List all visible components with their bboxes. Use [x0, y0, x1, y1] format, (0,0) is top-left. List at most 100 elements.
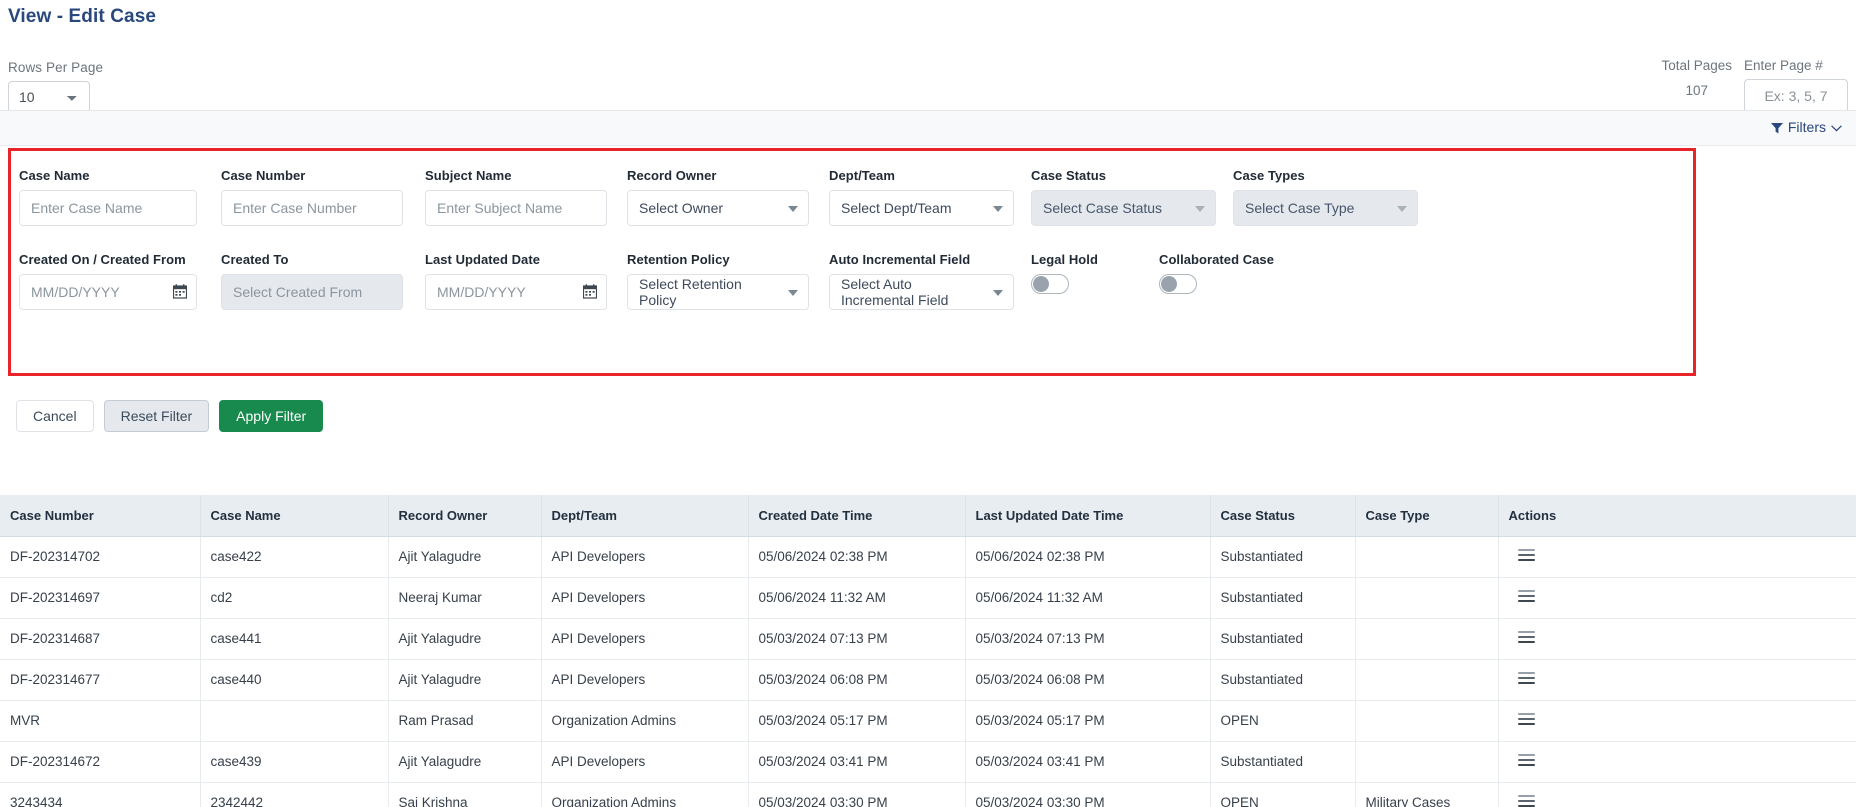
- cell-last-updated: 05/03/2024 03:30 PM: [965, 782, 1211, 807]
- column-header-record-owner[interactable]: Record Owner: [388, 495, 542, 537]
- hamburger-menu-icon[interactable]: [1517, 754, 1535, 766]
- input-last-updated-date[interactable]: [425, 274, 607, 310]
- label-case-name: Case Name: [19, 168, 90, 183]
- label-dept-team: Dept/Team: [829, 168, 895, 183]
- select-auto-incremental-field[interactable]: Select Auto Incremental Field: [829, 274, 1014, 310]
- cell-case-name: 2342442: [200, 782, 389, 807]
- total-pages-label: Total Pages: [1661, 58, 1732, 73]
- cell-dept-team: API Developers: [541, 741, 749, 783]
- rows-per-page-label: Rows Per Page: [8, 60, 104, 75]
- column-header-case-name[interactable]: Case Name: [200, 495, 389, 537]
- select-value-retention-policy: Select Retention Policy: [639, 276, 742, 308]
- cell-created: 05/06/2024 11:32 AM: [748, 577, 966, 619]
- label-last-updated-date: Last Updated Date: [425, 252, 540, 267]
- input-created-from[interactable]: [19, 274, 197, 310]
- datepicker-created-from[interactable]: [19, 274, 197, 310]
- hamburger-menu-icon[interactable]: [1517, 549, 1535, 561]
- cell-case-name: [200, 700, 389, 742]
- cell-actions: [1498, 659, 1856, 701]
- cell-case-status: Substantiated: [1210, 577, 1356, 619]
- cell-last-updated: 05/06/2024 02:38 PM: [965, 536, 1211, 578]
- column-header-case-number[interactable]: Case Number: [0, 495, 201, 537]
- table-row[interactable]: DF-202314687 case441 Ajit Yalagudre API Dev…: [0, 618, 1856, 660]
- table-row[interactable]: DF-202314697 cd2 Neeraj Kumar API Developer…: [0, 577, 1856, 619]
- table-row[interactable]: MVR Ram Prasad Organization Admins 05/03/20…: [0, 700, 1856, 742]
- hamburger-menu-icon[interactable]: [1517, 672, 1535, 684]
- table-row[interactable]: DF-202314677 case440 Ajit Yalagudre API Dev…: [0, 659, 1856, 701]
- hamburger-menu-icon[interactable]: [1517, 631, 1535, 643]
- edit-case-page: View - Edit Case Rows Per Page 102550100…: [0, 0, 1856, 807]
- cell-case-number: MVR: [0, 700, 201, 742]
- filter-field-case-types: Case Types Select Case Type: [1233, 168, 1418, 226]
- label-case-types: Case Types: [1233, 168, 1305, 183]
- filter-field-auto-incremental-field: Auto Incremental Field Select Auto Increm…: [829, 252, 1014, 310]
- input-case-name[interactable]: [19, 190, 197, 226]
- label-created-from: Created On / Created From: [19, 252, 186, 267]
- toggle-knob: [1033, 276, 1049, 292]
- cell-case-type: [1355, 700, 1499, 742]
- cell-created: 05/03/2024 03:30 PM: [748, 782, 966, 807]
- table-header-row: Case Number Case Name Record Owner Dept/Tea…: [0, 495, 1856, 537]
- caret-down-icon: [993, 290, 1003, 296]
- table-row[interactable]: 3243434 2342442 Sai Krishna Organization Ad…: [0, 782, 1856, 807]
- filters-bar: Filters: [0, 110, 1856, 146]
- cell-actions: [1498, 618, 1856, 660]
- column-header-created-date-time[interactable]: Created Date Time: [748, 495, 966, 537]
- cell-record-owner: Sai Krishna: [388, 782, 542, 807]
- reset-filter-button[interactable]: Reset Filter: [103, 400, 210, 432]
- label-auto-incremental-field: Auto Incremental Field: [829, 252, 971, 267]
- filter-field-created-from: Created On / Created From: [19, 252, 197, 310]
- column-header-actions[interactable]: Actions: [1498, 495, 1856, 537]
- select-case-types: Select Case Type: [1233, 190, 1418, 226]
- select-value-case-status: Select Case Status: [1043, 200, 1163, 216]
- cell-dept-team: API Developers: [541, 577, 749, 619]
- cell-created: 05/03/2024 06:08 PM: [748, 659, 966, 701]
- filter-field-last-updated-date: Last Updated Date: [425, 252, 607, 310]
- cell-case-status: Substantiated: [1210, 659, 1356, 701]
- column-header-last-updated-date-time[interactable]: Last Updated Date Time: [965, 495, 1211, 537]
- select-value-auto-incremental-field: Select Auto Incremental Field: [841, 276, 949, 308]
- cell-case-status: OPEN: [1210, 700, 1356, 742]
- column-header-case-status[interactable]: Case Status: [1210, 495, 1356, 537]
- select-retention-policy[interactable]: Select Retention Policy: [627, 274, 809, 310]
- select-dept-team[interactable]: Select Dept/Team: [829, 190, 1014, 226]
- cancel-button[interactable]: Cancel: [16, 400, 94, 432]
- funnel-icon: [1770, 121, 1783, 134]
- page-title: View - Edit Case: [8, 6, 157, 27]
- filter-field-case-status: Case Status Select Case Status: [1031, 168, 1216, 226]
- filter-field-retention-policy: Retention Policy Select Retention Policy: [627, 252, 809, 310]
- enter-page-input[interactable]: [1744, 79, 1848, 113]
- cases-table: Case Number Case Name Record Owner Dept/Tea…: [0, 495, 1856, 807]
- cell-case-number: DF-202314677: [0, 659, 201, 701]
- hamburger-menu-icon[interactable]: [1517, 590, 1535, 602]
- datepicker-last-updated-date[interactable]: [425, 274, 607, 310]
- toggle-legal-hold[interactable]: [1031, 274, 1069, 294]
- cell-case-number: DF-202314702: [0, 536, 201, 578]
- enter-page-group: Enter Page #: [1744, 58, 1848, 113]
- table-row[interactable]: DF-202314672 case439 Ajit Yalagudre API Dev…: [0, 741, 1856, 783]
- table-row[interactable]: DF-202314702 case422 Ajit Yalagudre API Dev…: [0, 536, 1856, 578]
- filters-toggle-button[interactable]: Filters: [1770, 119, 1842, 135]
- cell-dept-team: API Developers: [541, 536, 749, 578]
- column-header-case-type[interactable]: Case Type: [1355, 495, 1499, 537]
- toggle-collaborated-case[interactable]: [1159, 274, 1197, 294]
- apply-filter-button[interactable]: Apply Filter: [219, 400, 324, 432]
- cell-case-type: [1355, 536, 1499, 578]
- label-case-status: Case Status: [1031, 168, 1106, 183]
- input-case-number[interactable]: [221, 190, 403, 226]
- hamburger-menu-icon[interactable]: [1517, 795, 1535, 807]
- input-subject-name[interactable]: [425, 190, 607, 226]
- select-value-record-owner: Select Owner: [639, 200, 724, 216]
- cell-case-number: DF-202314672: [0, 741, 201, 783]
- filter-field-record-owner: Record Owner Select Owner: [627, 168, 809, 226]
- column-header-dept-team[interactable]: Dept/Team: [541, 495, 749, 537]
- filter-field-collaborated-case: Collaborated Case: [1159, 252, 1274, 294]
- cell-last-updated: 05/03/2024 06:08 PM: [965, 659, 1211, 701]
- filter-panel: Case Name Case Number Subject Name Record O…: [8, 148, 1696, 376]
- cell-dept-team: Organization Admins: [541, 700, 749, 742]
- label-subject-name: Subject Name: [425, 168, 512, 183]
- cell-dept-team: API Developers: [541, 659, 749, 701]
- select-record-owner[interactable]: Select Owner: [627, 190, 809, 226]
- hamburger-menu-icon[interactable]: [1517, 713, 1535, 725]
- rows-per-page-select[interactable]: 102550100: [8, 81, 90, 113]
